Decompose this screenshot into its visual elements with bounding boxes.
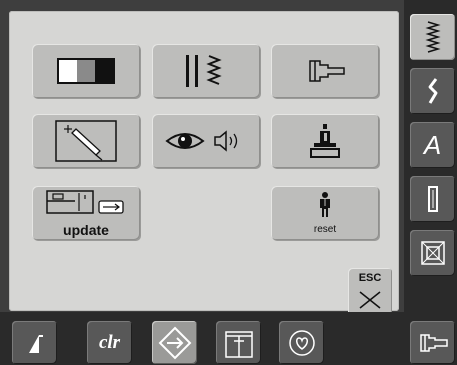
- tutorial-button[interactable]: [216, 321, 261, 364]
- tutorial-icon: [224, 330, 253, 358]
- needle-position-button[interactable]: [12, 321, 57, 364]
- zigzag-stitch-button[interactable]: [410, 14, 455, 60]
- reset-button[interactable]: reset: [271, 186, 379, 240]
- alphabet-button[interactable]: A: [410, 122, 455, 168]
- needle-position-icon: [28, 334, 43, 353]
- eye-and-sound-icon: [165, 130, 238, 152]
- machine-info-button[interactable]: [271, 114, 379, 168]
- screen-contrast-button[interactable]: [32, 44, 140, 98]
- buttonhole-icon: [427, 186, 438, 212]
- quilt-button[interactable]: [410, 230, 455, 276]
- bottom-toolbar: clr: [0, 312, 457, 365]
- esc-button[interactable]: ESC: [348, 268, 392, 316]
- decorative-stitch-button[interactable]: [410, 68, 455, 114]
- alphabet-icon: A: [423, 129, 442, 160]
- favorites-button[interactable]: [279, 321, 324, 364]
- setup-button[interactable]: [152, 321, 197, 364]
- right-sidebar: A: [404, 0, 457, 312]
- stitch-width-icon: [186, 55, 222, 87]
- buttonhole-button[interactable]: [410, 176, 455, 222]
- quilt-icon: [420, 241, 445, 265]
- machine-usb-icon: [46, 190, 124, 214]
- heart-icon: [288, 329, 315, 356]
- eye-and-sound-button[interactable]: [152, 114, 260, 168]
- touchscreen-calibration-icon: [55, 120, 117, 162]
- clear-icon: clr: [98, 331, 121, 353]
- screen-contrast-icon: [57, 58, 115, 84]
- clear-button[interactable]: clr: [87, 321, 132, 364]
- machine-update-button[interactable]: update: [32, 186, 140, 240]
- update-label: update: [63, 222, 109, 238]
- reset-label: reset: [313, 224, 337, 235]
- machine-info-icon: [310, 124, 340, 158]
- presser-foot-icon: [419, 333, 448, 352]
- esc-label: ESC: [358, 272, 382, 284]
- presser-foot-button[interactable]: [410, 321, 455, 364]
- setup-icon: [158, 326, 191, 359]
- sewing-machine-foot-icon: [309, 60, 345, 82]
- sewing-machine-foot-button[interactable]: [271, 44, 379, 98]
- zigzag-stitch-icon: [424, 21, 441, 53]
- close-icon: [359, 291, 381, 309]
- setup-panel: update reset ESC: [9, 11, 399, 316]
- person-icon: [320, 192, 330, 217]
- touchscreen-calibration-button[interactable]: [32, 114, 140, 168]
- stitch-width-button[interactable]: [152, 44, 260, 98]
- decorative-stitch-icon: [428, 78, 437, 104]
